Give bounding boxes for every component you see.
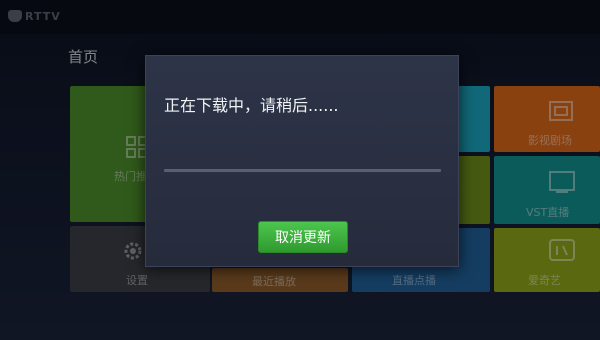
tile-label: 爱奇艺 bbox=[528, 274, 561, 287]
tile-label: 最近播放 bbox=[252, 275, 296, 288]
download-message: 正在下载中，请稍后...... bbox=[164, 96, 339, 115]
tile-label: 设置 bbox=[126, 274, 148, 287]
tile-label: 影视剧场 bbox=[528, 134, 572, 147]
tile-orange-right[interactable]: 影视剧场 bbox=[494, 86, 600, 152]
download-progress-bar bbox=[164, 169, 441, 172]
logo-text: RTTV bbox=[25, 9, 61, 23]
tile-yellowgreen-right[interactable]: 爱奇艺 bbox=[494, 228, 600, 292]
tile-label: 直播点播 bbox=[392, 274, 436, 287]
download-dialog: 正在下载中，请稍后...... 取消更新 bbox=[145, 55, 459, 267]
gear-icon bbox=[124, 242, 142, 260]
logo-icon bbox=[8, 10, 22, 22]
tile-teal-right[interactable]: VST直播 bbox=[494, 156, 600, 224]
tv-icon bbox=[549, 171, 575, 193]
tile-label: VST直播 bbox=[526, 206, 570, 219]
tv-icon bbox=[549, 101, 573, 121]
cancel-update-button[interactable]: 取消更新 bbox=[258, 221, 348, 253]
top-bar: RTTV bbox=[0, 0, 600, 34]
iqiyi-icon bbox=[549, 239, 575, 261]
tile-orange-strip[interactable]: 最近播放 bbox=[212, 268, 348, 292]
page-title: 首页 bbox=[68, 48, 99, 66]
app-logo: RTTV bbox=[8, 6, 61, 26]
